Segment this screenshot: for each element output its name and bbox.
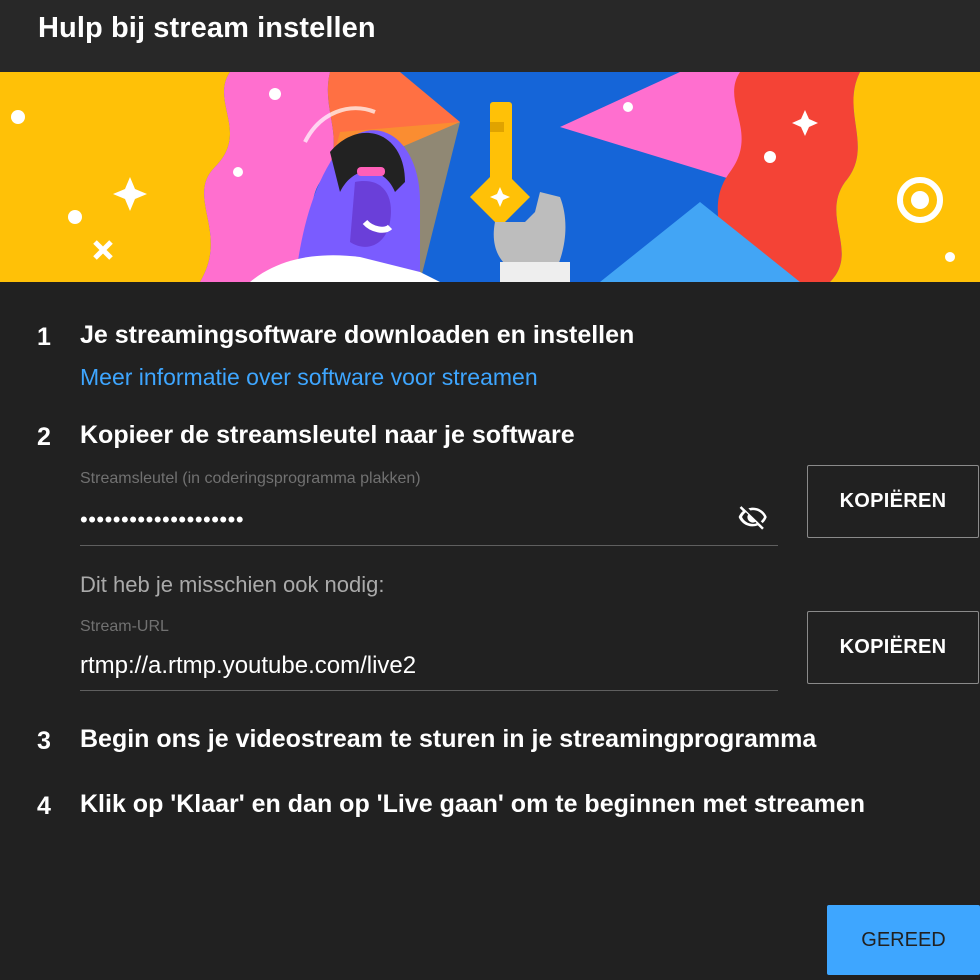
stream-url-underline — [80, 690, 778, 691]
dialog-title: Hulp bij stream instellen — [38, 12, 376, 44]
software-info-link[interactable]: Meer informatie over software voor strea… — [80, 364, 538, 391]
copy-stream-url-button[interactable]: KOPIËREN — [807, 611, 979, 684]
stream-url-field[interactable]: rtmp://a.rtmp.youtube.com/live2 — [80, 652, 416, 680]
step-4-number: 4 — [37, 792, 51, 820]
stream-key-label: Streamsleutel (in coderingsprogramma pla… — [80, 470, 421, 487]
stream-key-underline — [80, 545, 778, 546]
eye-off-icon[interactable] — [738, 502, 768, 532]
stream-url-label: Stream-URL — [80, 618, 169, 635]
step-3-text: Begin ons je videostream te sturen in je… — [80, 725, 817, 753]
step-1-number: 1 — [37, 323, 51, 351]
step-4-text: Klik op 'Klaar' en dan op 'Live gaan' om… — [80, 790, 866, 818]
step-2-text: Kopieer de streamsleutel naar je softwar… — [80, 421, 575, 449]
banner-illustration — [0, 72, 980, 282]
step-2-number: 2 — [37, 423, 51, 451]
step-3-number: 3 — [37, 727, 51, 755]
step-1-text: Je streamingsoftware downloaden en inste… — [80, 321, 635, 349]
stream-key-field[interactable]: •••••••••••••••••••• — [80, 507, 244, 533]
copy-stream-key-button[interactable]: KOPIËREN — [807, 465, 979, 538]
done-button[interactable]: GEREED — [827, 905, 980, 975]
dialog-header: Hulp bij stream instellen — [0, 0, 980, 72]
banner-artwork — [0, 72, 980, 282]
extra-hint: Dit heb je misschien ook nodig: — [80, 572, 385, 597]
